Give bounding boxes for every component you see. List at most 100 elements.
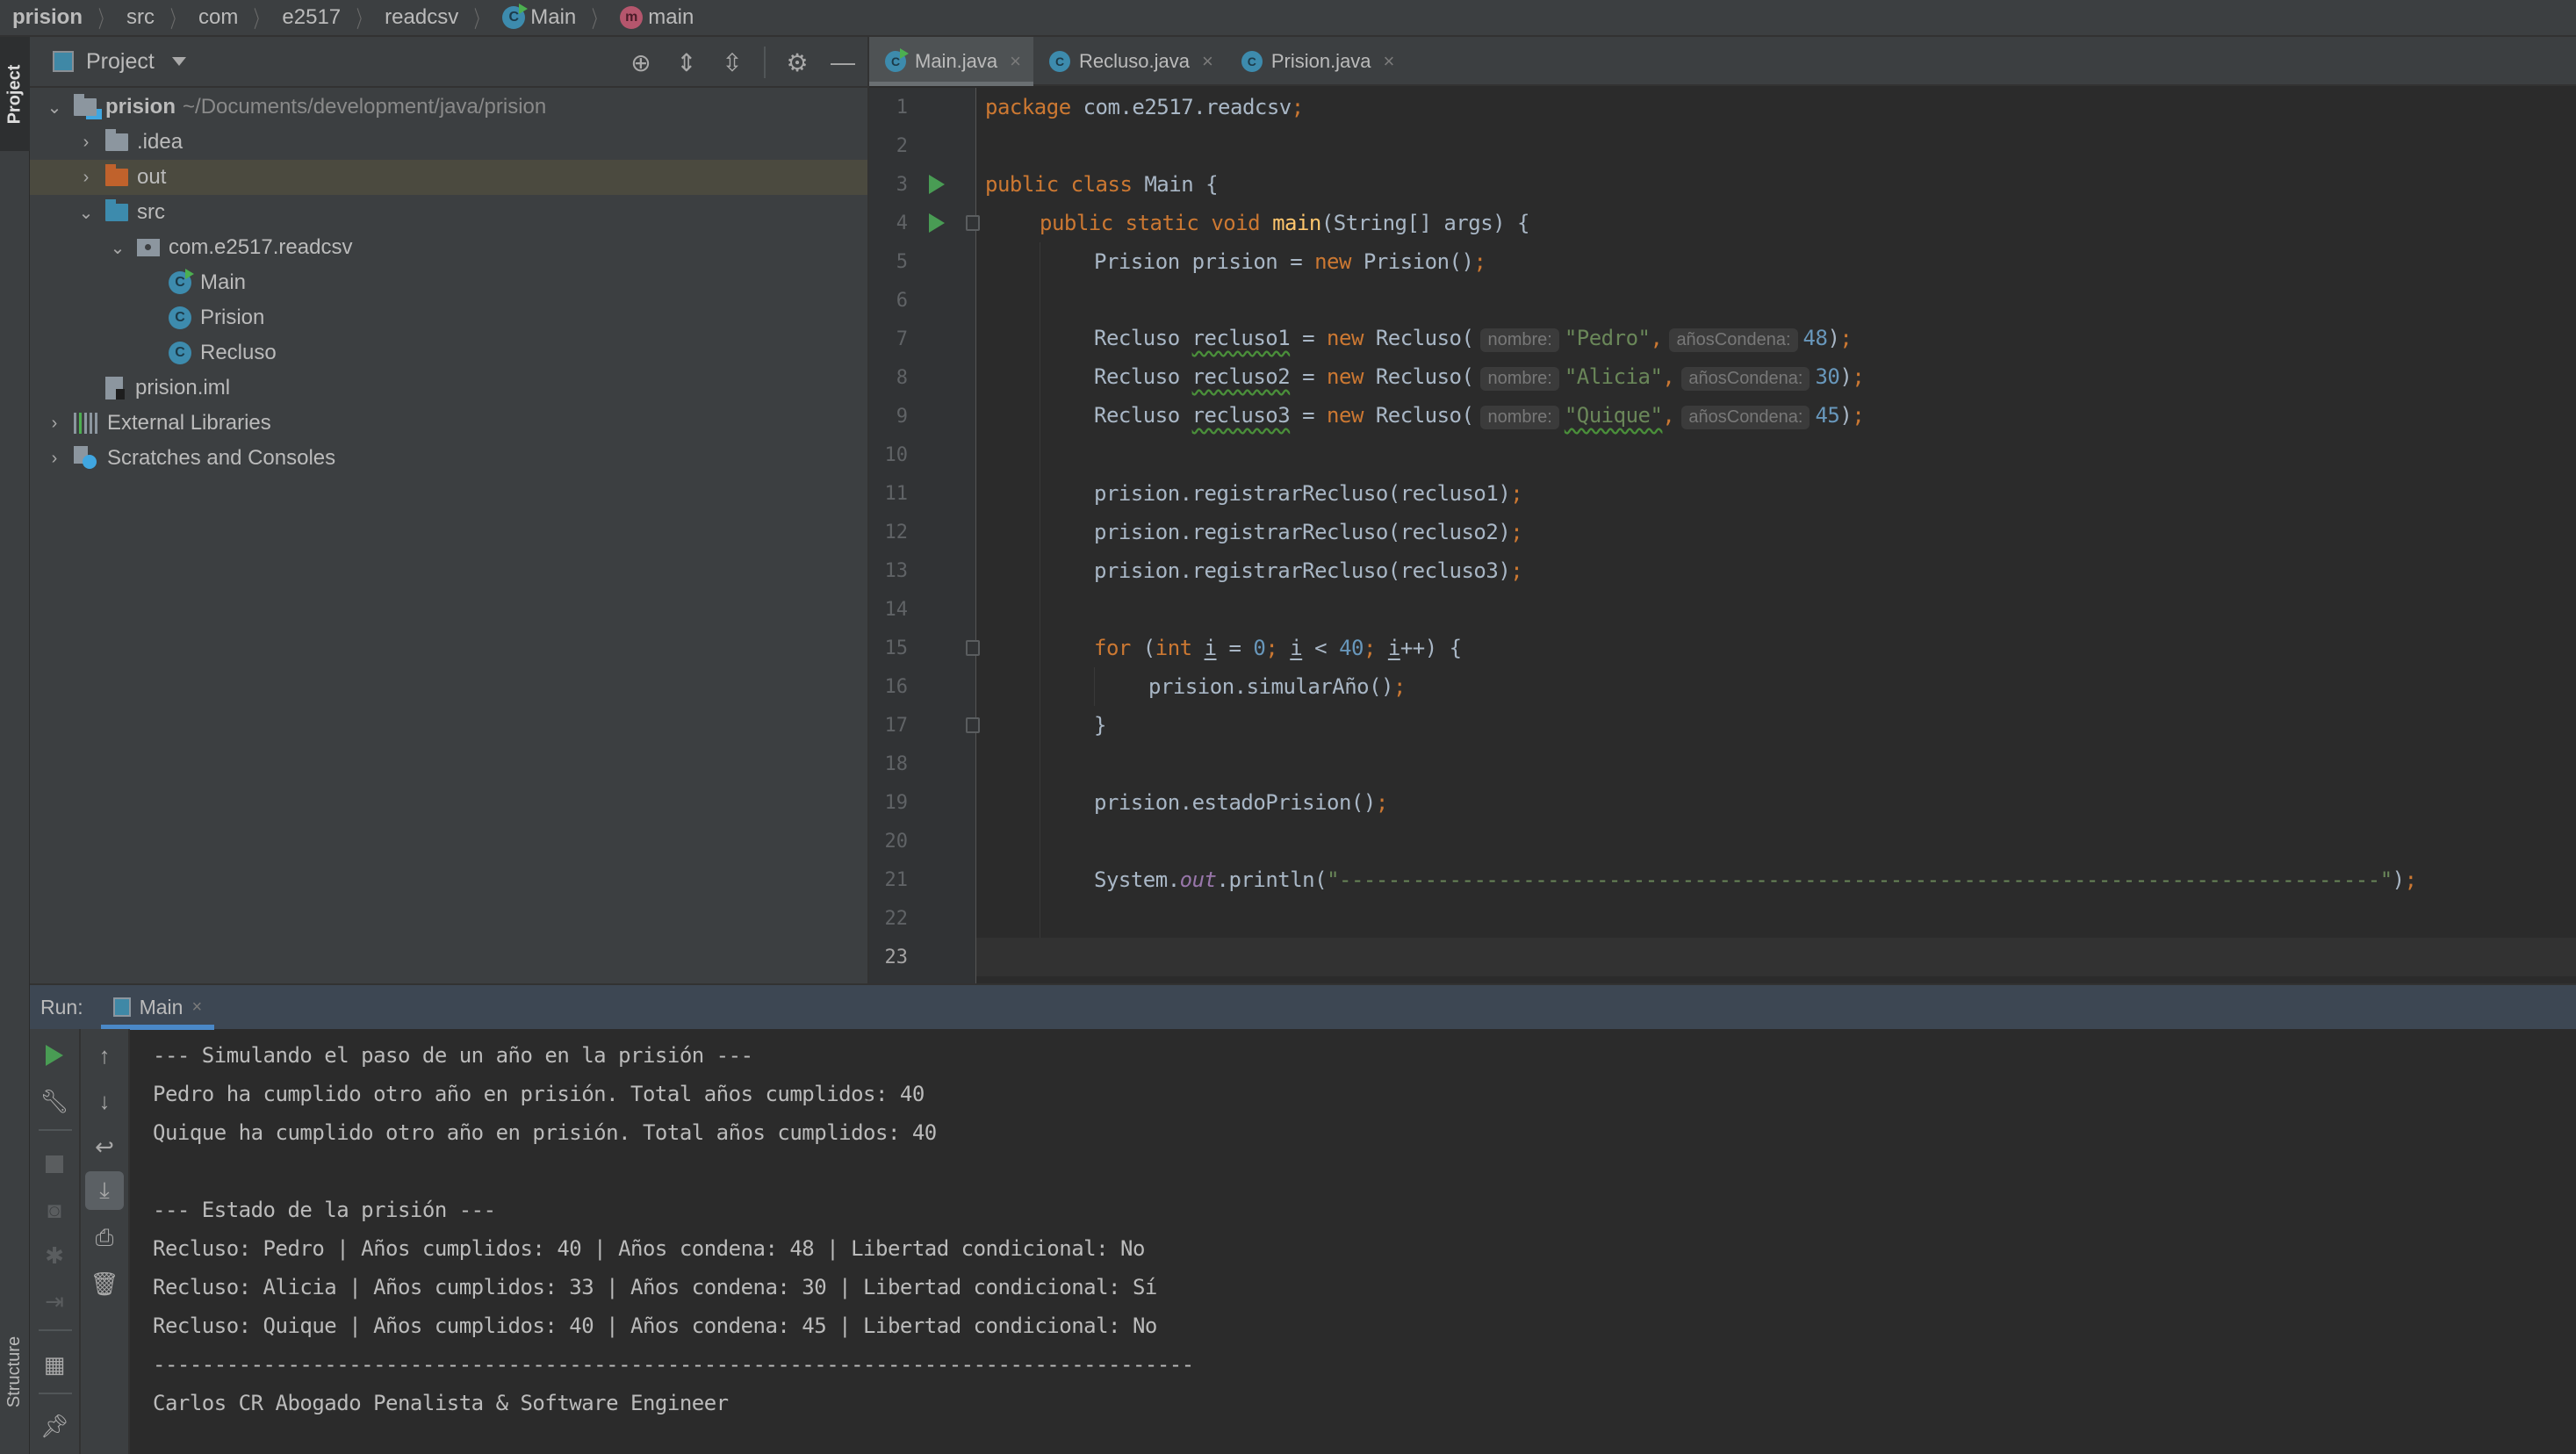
code-token: i [1204, 636, 1217, 660]
code-token: prision.registrarRecluso(recluso1) [1094, 481, 1511, 506]
tool-window-tab-project[interactable]: Project [0, 37, 30, 151]
code-line: prision.simularAño(); [1148, 674, 1406, 699]
console-line: --- Estado de la prisión --- [153, 1198, 496, 1222]
breadcrumb-item-readcsv[interactable]: readcsv [385, 5, 458, 30]
run-tab-main[interactable]: Main × [100, 984, 215, 1030]
scroll-to-end-button[interactable]: ⤓ [81, 1171, 128, 1210]
tool-window-tab-label: Structure [4, 1335, 25, 1407]
tree-item[interactable]: ⌄ com.e2517.readcsv [30, 230, 867, 265]
expand-all-icon[interactable]: ⇕ [673, 48, 701, 76]
breadcrumb-separator: 〉 [592, 5, 605, 32]
chevron-down-icon[interactable]: ⌄ [44, 97, 65, 118]
tab-label: Prision.java [1270, 50, 1371, 72]
tab-label: Recluso.java [1079, 50, 1190, 72]
debug-icon: ✱ [45, 1242, 64, 1269]
editor-gutter[interactable]: 1 2 3 4 5 6 7 8 9 10 11 12 13 14 15 16 17 18 19 20 21 22 23 [869, 88, 980, 983]
code-token: void [1211, 211, 1261, 235]
chevron-down-icon[interactable]: ⌄ [107, 237, 128, 258]
pin-tab-button[interactable]: 📌︎ [30, 1408, 79, 1443]
chevron-right-icon[interactable]: › [44, 448, 65, 469]
console-line: ----------------------------------------… [153, 1352, 1194, 1377]
run-toolbar-primary: 🔧︎ ◙ ✱ ⇥ ▦ 📌︎ [30, 1029, 81, 1454]
run-gutter-icon[interactable] [929, 175, 945, 194]
chevron-right-icon[interactable]: › [44, 413, 65, 434]
layout-button[interactable]: ▦ [30, 1347, 79, 1382]
stop-button[interactable] [30, 1147, 79, 1182]
tab-prision-java[interactable]: C Prision.java × [1226, 37, 1407, 86]
chevron-right-icon[interactable]: › [76, 167, 97, 188]
tree-item[interactable]: ⌄ src [30, 195, 867, 230]
tree-item-label: Main [200, 270, 247, 294]
edit-configuration-button[interactable]: 🔧︎ [30, 1083, 79, 1119]
tree-item[interactable]: C Main [30, 265, 867, 300]
tool-window-tab-structure[interactable]: Structure [0, 1292, 30, 1450]
soft-wrap-button[interactable]: ↩ [81, 1129, 128, 1164]
code-token: new [1327, 326, 1364, 350]
line-number: 11 [884, 482, 909, 505]
chevron-down-icon[interactable] [171, 57, 186, 66]
scratches-icon [74, 446, 98, 471]
code-area[interactable]: package com.e2517.readcsv; public class … [976, 88, 2576, 983]
gear-icon[interactable]: ⚙ [783, 48, 811, 76]
exit-button[interactable]: ⇥ [30, 1284, 79, 1319]
inlay-hint-nombre: nombre: [1480, 367, 1559, 391]
editor: C Main.java × C Recluso.java × C Prision… [869, 37, 2576, 983]
print-button[interactable]: ⎙ [81, 1220, 128, 1256]
code-token: Recluso [1094, 364, 1192, 389]
close-icon[interactable]: × [1202, 50, 1213, 73]
tab-recluso-java[interactable]: C Recluso.java × [1033, 37, 1226, 86]
locate-icon[interactable]: ⊕ [627, 48, 655, 76]
code-token: public [1040, 211, 1113, 235]
console-line: Pedro ha cumplido otro año en prisión. T… [153, 1082, 925, 1106]
project-window-icon [53, 51, 74, 72]
close-icon[interactable]: × [191, 997, 202, 1018]
tree-item[interactable]: ⌄ prision ~/Documents/development/java/pri… [30, 90, 867, 125]
layout-icon: ▦ [43, 1350, 66, 1378]
project-view-selector[interactable]: Project [86, 49, 155, 75]
tree-item[interactable]: › Scratches and Consoles [30, 441, 867, 476]
chevron-right-icon[interactable]: › [76, 132, 97, 153]
tab-main-java[interactable]: C Main.java × [869, 37, 1034, 86]
breadcrumb-label: main [648, 5, 694, 29]
debug-attach-button[interactable]: ✱ [30, 1238, 79, 1273]
tree-item[interactable]: › .idea [30, 125, 867, 160]
breadcrumb-item-prision[interactable]: prision [12, 5, 83, 30]
breadcrumb-item-com[interactable]: com [198, 5, 238, 30]
tree-item[interactable]: › out [30, 160, 867, 195]
tree-item-label: src [137, 200, 165, 224]
tree-item[interactable]: C Prision [30, 300, 867, 335]
left-tool-strip: Project Structure [0, 37, 30, 1454]
thread-dump-button[interactable]: ◙ [30, 1192, 79, 1227]
close-icon[interactable]: × [1384, 50, 1395, 73]
previous-occurrence-button[interactable]: ↑ [81, 1038, 128, 1073]
close-icon[interactable]: × [1010, 50, 1021, 73]
code-line: prision.registrarRecluso(recluso1); [1094, 481, 1523, 506]
console-output[interactable]: --- Simulando el paso de un año en la pr… [153, 1036, 2576, 1454]
toolbar-divider [39, 1393, 72, 1394]
clear-all-button[interactable]: 🗑︎ [81, 1266, 128, 1301]
console-line: Quique ha cumplido otro año en prisión. … [153, 1120, 937, 1145]
breadcrumb-item-src[interactable]: src [126, 5, 155, 30]
code-token: "Pedro" [1564, 326, 1651, 350]
tree-item[interactable]: prision.iml [30, 371, 867, 406]
code-token: 30 [1815, 364, 1840, 389]
code-token: 48 [1802, 326, 1828, 350]
chevron-down-icon[interactable]: ⌄ [76, 202, 97, 223]
tree-item[interactable]: C Recluso [30, 335, 867, 371]
breadcrumb-item-e2517[interactable]: e2517 [282, 5, 341, 30]
collapse-all-icon[interactable]: ⇳ [718, 48, 746, 76]
login-icon: ⇥ [45, 1287, 64, 1314]
minimize-icon[interactable]: — [829, 48, 857, 76]
run-panel-header: Run: Main × [30, 983, 2576, 1030]
class-icon: C [169, 306, 191, 329]
breadcrumb-item-main-class[interactable]: C Main [502, 4, 576, 30]
breadcrumb: prision 〉 src 〉 com 〉 e2517 〉 readcsv 〉 … [0, 0, 2576, 37]
tree-item[interactable]: › External Libraries [30, 406, 867, 441]
run-gutter-icon[interactable] [929, 213, 945, 233]
rerun-button[interactable] [30, 1038, 79, 1073]
breadcrumb-item-main-method[interactable]: m main [620, 5, 694, 30]
next-occurrence-button[interactable]: ↓ [81, 1083, 128, 1119]
code-token: Recluso( [1375, 403, 1474, 428]
